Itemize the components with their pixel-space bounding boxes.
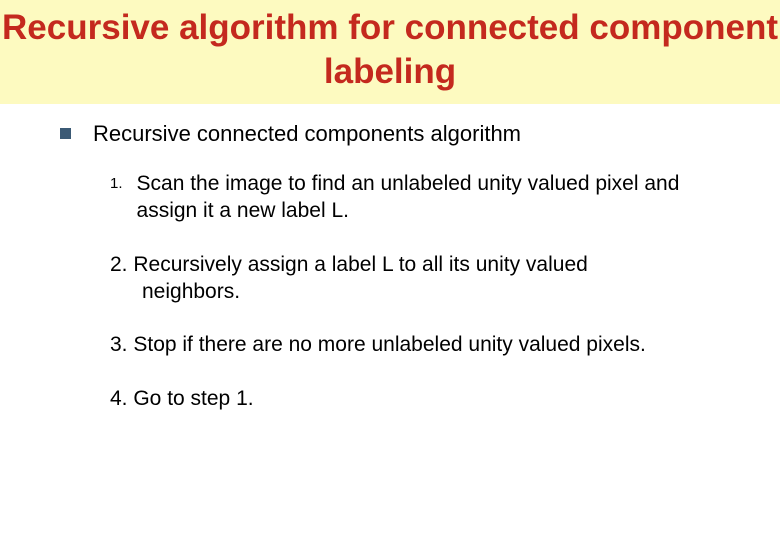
step-4: 4. Go to step 1. [110,385,740,412]
title-banner: Recursive algorithm for connected compon… [0,0,780,104]
section-heading: Recursive connected components algorithm [93,120,521,149]
step-1: 1. Scan the image to find an unlabeled un… [110,170,740,225]
step-3: 3. Stop if there are no more unlabeled u… [110,331,740,358]
heading-row: Recursive connected components algorithm [60,120,740,149]
step-4-text: 4. Go to step 1. [110,387,254,410]
step-2-line1: 2. Recursively assign a label L to all i… [110,253,588,276]
step-2-line2: neighbors. [142,278,740,305]
square-bullet-icon [60,128,71,139]
slide-content: Recursive connected components algorithm… [0,104,780,412]
steps-list: 1. Scan the image to find an unlabeled un… [110,170,740,412]
slide-title: Recursive algorithm for connected compon… [0,6,780,94]
step-2: 2. Recursively assign a label L to all i… [110,251,740,306]
step-1-text: Scan the image to find an unlabeled unit… [137,170,707,225]
step-3-text: 3. Stop if there are no more unlabeled u… [110,333,646,356]
step-1-number: 1. [110,174,123,194]
